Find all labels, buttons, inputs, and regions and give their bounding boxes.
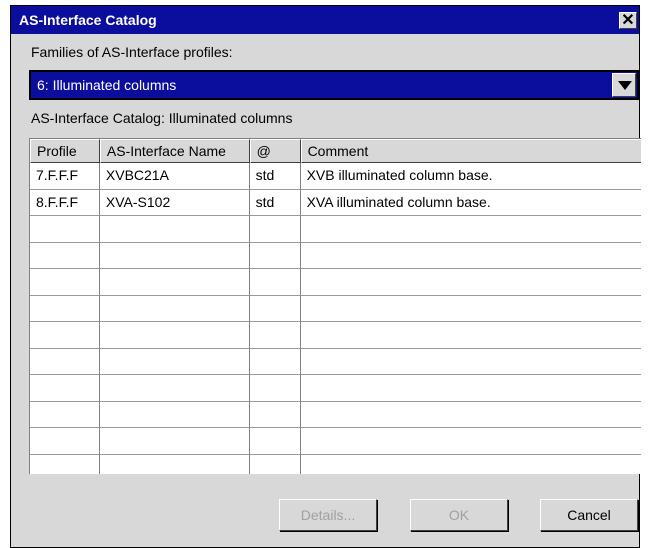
name-cell: XVA-S102 (99, 189, 250, 216)
empty-cell (300, 243, 641, 269)
catalog-label: AS-Interface Catalog: Illuminated column… (31, 110, 293, 126)
empty-cell (300, 296, 641, 322)
empty-cell (249, 216, 301, 243)
name-cell: XVBC21A (99, 163, 250, 190)
families-dropdown[interactable]: 6: Illuminated columns (29, 70, 639, 100)
empty-table-row[interactable] (30, 348, 641, 375)
empty-cell (30, 348, 100, 375)
families-selected-value: 6: Illuminated columns (37, 77, 177, 93)
empty-cell (30, 242, 100, 269)
empty-cell (99, 348, 250, 375)
empty-cell (300, 428, 641, 455)
comment-cell: XVB illuminated column base. (300, 163, 641, 190)
empty-cell (249, 401, 301, 428)
empty-cell (249, 295, 301, 322)
close-icon: ✕ (621, 12, 635, 29)
empty-table-row[interactable] (30, 216, 641, 243)
empty-cell (99, 269, 250, 296)
empty-table-row[interactable] (30, 242, 641, 269)
table-row[interactable]: 8.F.F.F XVA-S102 std XVA illuminated col… (30, 189, 641, 216)
title-bar: AS-Interface Catalog ✕ (11, 6, 639, 34)
empty-cell (99, 322, 250, 349)
empty-cell (300, 375, 641, 402)
empty-table-row[interactable] (30, 322, 641, 349)
empty-table-row[interactable] (30, 295, 641, 322)
empty-cell (30, 295, 100, 322)
close-button[interactable]: ✕ (619, 12, 637, 29)
empty-cell (250, 454, 301, 474)
empty-table-row[interactable] (30, 375, 641, 402)
empty-table-row[interactable] (30, 454, 641, 475)
empty-cell (30, 269, 100, 296)
table-header: Profile AS-Interface Name @ Comment (30, 139, 641, 163)
profile-cell: 8.F.F.F (30, 189, 100, 216)
empty-cell (300, 349, 641, 375)
empty-cell (99, 375, 250, 402)
as-interface-catalog-dialog: AS-Interface Catalog ✕ Families of AS-In… (10, 5, 641, 548)
empty-cell (99, 428, 250, 455)
empty-cell (249, 348, 301, 375)
empty-table-row[interactable] (30, 401, 641, 428)
empty-cell (249, 322, 301, 349)
column-header-comment[interactable]: Comment (300, 139, 641, 163)
window-title: AS-Interface Catalog (19, 12, 157, 28)
empty-cell (300, 216, 641, 243)
families-label: Families of AS-Interface profiles: (31, 44, 233, 60)
empty-cell (100, 454, 250, 474)
empty-cell (301, 455, 641, 475)
profile-cell: 7.F.F.F (30, 163, 100, 190)
empty-cell (30, 401, 100, 428)
empty-cell (30, 454, 100, 474)
empty-table-row[interactable] (30, 269, 641, 296)
at-cell: std (249, 163, 301, 190)
chevron-down-icon (618, 81, 632, 90)
column-header-profile[interactable]: Profile (30, 139, 100, 163)
empty-cell (99, 295, 250, 322)
details-button[interactable]: Details... (279, 499, 377, 531)
empty-table-row[interactable] (30, 428, 641, 455)
column-header-name[interactable]: AS-Interface Name (99, 139, 250, 163)
empty-cell (99, 216, 250, 243)
empty-cell (249, 242, 301, 269)
empty-cell (249, 428, 301, 455)
catalog-table: Profile AS-Interface Name @ Comment 7.F.… (29, 138, 641, 474)
comment-cell: XVA illuminated column base. (300, 190, 641, 216)
table-row[interactable]: 7.F.F.F XVBC21A std XVB illuminated colu… (30, 163, 641, 190)
empty-cell (99, 242, 250, 269)
empty-cell (30, 216, 100, 243)
cancel-button[interactable]: Cancel (540, 499, 638, 531)
empty-cell (30, 322, 100, 349)
empty-cell (30, 375, 100, 402)
empty-cell (249, 269, 301, 296)
empty-cell (300, 269, 641, 296)
empty-rows (30, 216, 641, 474)
empty-cell (300, 402, 641, 428)
empty-cell (249, 375, 301, 402)
empty-cell (99, 401, 250, 428)
dropdown-arrow-button[interactable] (612, 73, 636, 97)
empty-cell (30, 428, 100, 455)
at-cell: std (249, 189, 301, 216)
ok-button[interactable]: OK (410, 499, 508, 531)
empty-cell (300, 322, 641, 349)
column-header-at[interactable]: @ (249, 139, 301, 163)
